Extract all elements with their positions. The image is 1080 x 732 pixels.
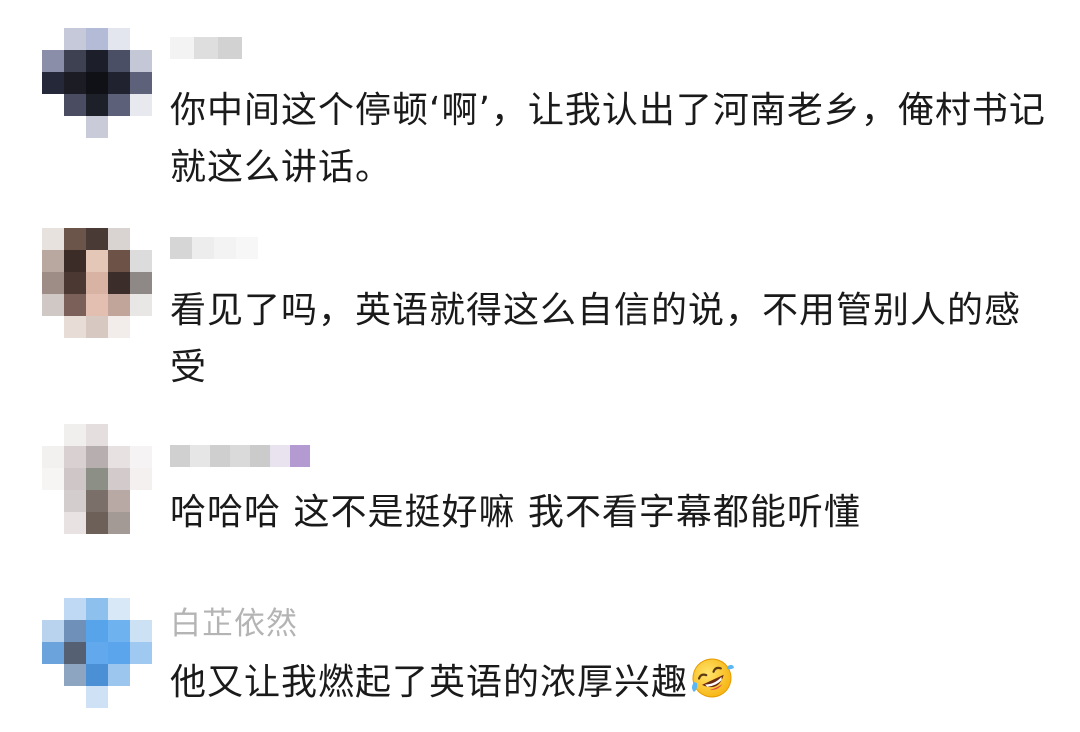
comment-item: 哈哈哈 这不是挺好嘛 我不看字幕都能听懂 [0,410,1080,590]
comment-item: 看见了吗，英语就得这么自信的说，不用管别人的感受 [0,210,1080,410]
rolling-on-floor-laughing-icon [692,658,735,698]
avatar[interactable] [42,228,152,338]
comment-text: 你中间这个停顿‘啊’，让我认出了河南老乡，俺村书记就这么讲话。 [170,90,1046,188]
comment-text: 他又让我燃起了英语的浓厚兴趣 [170,654,1050,711]
avatar[interactable] [42,424,152,534]
username-blurred[interactable] [170,230,258,266]
comment-item: 你中间这个停顿‘啊’，让我认出了河南老乡，俺村书记就这么讲话。 [0,0,1080,210]
username-blurred[interactable] [170,30,242,66]
username-blurred[interactable] [170,438,310,474]
avatar[interactable] [42,598,152,708]
comment-text-body: 他又让我燃起了英语的浓厚兴趣 [170,662,689,703]
avatar[interactable] [42,28,152,138]
username[interactable]: 白芷依然 [170,606,298,642]
comment-text: 看见了吗，英语就得这么自信的说，不用管别人的感受 [170,290,1022,388]
comment-text: 哈哈哈 这不是挺好嘛 我不看字幕都能听懂 [170,492,861,533]
comment-item: 白芷依然 他又让我燃起了英语的浓厚兴趣 [0,590,1080,732]
